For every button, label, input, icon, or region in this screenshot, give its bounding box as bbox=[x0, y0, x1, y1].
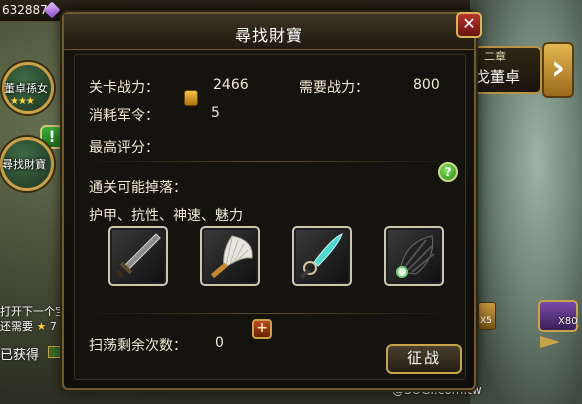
stage-power-value: 2466 bbox=[213, 77, 249, 93]
chapter-name: 戈董卓 bbox=[475, 68, 521, 86]
next-chapter-arrow-icon[interactable]: › bbox=[542, 42, 574, 98]
sword-icon bbox=[115, 233, 161, 279]
add-sweep-button[interactable]: + bbox=[252, 319, 272, 339]
best-score-label: 最高评分： bbox=[89, 140, 159, 156]
requirement-prefix: 还需要 bbox=[0, 320, 33, 333]
obtained-label: 已获得 bbox=[0, 348, 40, 363]
sweep-label: 扫荡剩余次数： bbox=[89, 338, 187, 354]
drop-item-blade[interactable] bbox=[292, 226, 352, 286]
stage-stars: ★★★ bbox=[10, 96, 35, 107]
close-button[interactable]: ✕ bbox=[456, 12, 482, 38]
drop-item-sword[interactable] bbox=[108, 226, 168, 286]
feather-fan-icon bbox=[210, 235, 253, 279]
help-icon[interactable]: ? bbox=[438, 162, 458, 182]
cost-label: 消耗军令： bbox=[89, 108, 159, 124]
curved-blade-icon bbox=[300, 233, 343, 279]
dialog-title: 尋找財寶 bbox=[234, 26, 303, 45]
map-node-label: 董卓孫女 bbox=[4, 82, 48, 95]
requirement-count: 7 bbox=[49, 320, 57, 333]
army-token-icon bbox=[184, 90, 198, 106]
drops-label: 通关可能掉落： bbox=[89, 180, 187, 196]
required-power-value: 800 bbox=[413, 77, 440, 93]
required-power-label: 需要战力： bbox=[299, 80, 369, 96]
chest-hint-text: 打开下一个宝 bbox=[0, 305, 66, 318]
drops-types: 护甲、抗性、神速、魅力 bbox=[89, 208, 243, 224]
chest-requirement-text: 还需要 ★ 7 bbox=[0, 318, 57, 334]
drop-item-armor[interactable] bbox=[384, 226, 444, 286]
reward-count: X80 bbox=[558, 316, 578, 327]
reward-count-small: X5 bbox=[480, 316, 492, 326]
sweep-value: 0 bbox=[215, 335, 224, 351]
chapter-number: 二章 bbox=[484, 50, 506, 63]
divider bbox=[85, 313, 455, 314]
fight-button[interactable]: 征战 bbox=[386, 344, 462, 374]
map-node-label: 尋找財寶 bbox=[2, 158, 46, 171]
star-icon: ★ bbox=[36, 320, 47, 333]
cost-value: 5 bbox=[211, 105, 220, 121]
divider bbox=[85, 161, 455, 162]
drop-item-fan[interactable] bbox=[200, 226, 260, 286]
silver-count: 632887 bbox=[2, 3, 48, 17]
feather-armor-icon bbox=[396, 235, 435, 278]
dialog-title-bar: 尋找財寶 bbox=[64, 14, 474, 50]
stage-power-label: 关卡战力： bbox=[89, 80, 159, 96]
